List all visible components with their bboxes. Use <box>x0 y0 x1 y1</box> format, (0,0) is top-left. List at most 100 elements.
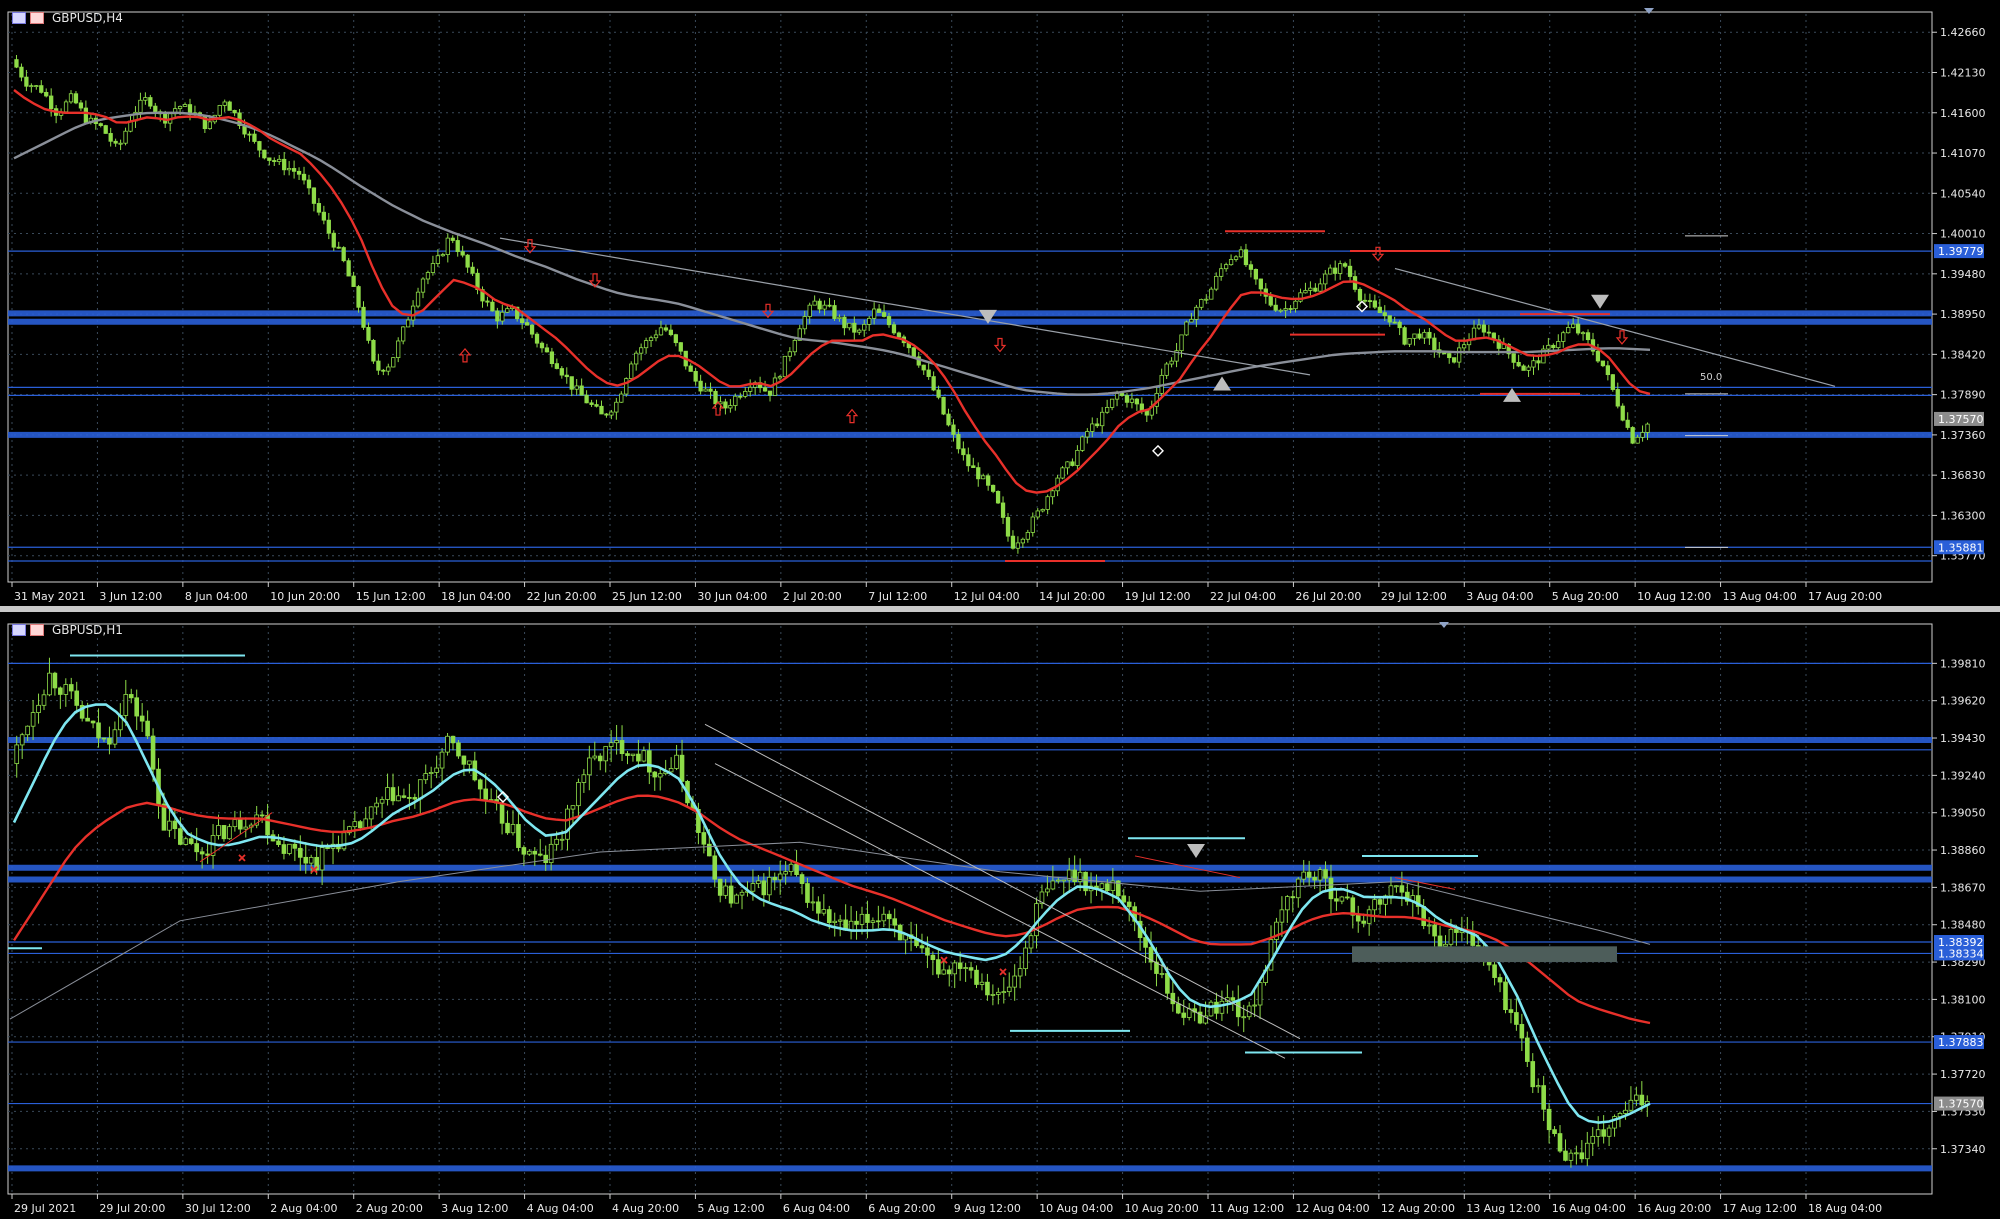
candle-body <box>1194 306 1199 320</box>
plot-frame <box>7 623 1933 1195</box>
candle-body <box>455 240 460 253</box>
candle-body <box>267 157 272 161</box>
candle-body <box>1412 333 1417 339</box>
x-tick-label: 30 Jul 12:00 <box>185 1202 251 1215</box>
candle-body <box>713 390 718 405</box>
y-tick-label: 1.37360 <box>1940 429 1986 442</box>
candle-body <box>386 366 391 372</box>
candle-body <box>423 773 429 781</box>
x-tick-label: 29 Jul 2021 <box>14 1202 76 1215</box>
candle-body <box>287 843 292 854</box>
chart-h4[interactable]: 1.42660 1.42130 1.41600 1.41070 1.40540 1.400… <box>0 0 2000 606</box>
x-tick-label: 12 Aug 20:00 <box>1381 1202 1455 1215</box>
candle-body <box>688 365 693 372</box>
candle-body <box>919 945 925 949</box>
chart-h1[interactable]: 1.39810 1.39620 1.39430 1.39240 1.39050 1.388… <box>0 612 2000 1219</box>
candle-body <box>1025 532 1030 540</box>
candle-body <box>232 109 237 114</box>
x-tick-label: 2 Jul 20:00 <box>783 590 842 603</box>
candle-body <box>316 203 322 213</box>
candle-body <box>723 401 728 409</box>
candle-body <box>728 885 734 904</box>
candle-body <box>787 351 792 357</box>
candle-body <box>83 107 89 123</box>
candle-body <box>1511 353 1516 363</box>
candle-body <box>629 363 634 379</box>
candle-body <box>381 369 386 372</box>
candle-body <box>1367 300 1373 302</box>
candle-body <box>1454 928 1459 933</box>
candle-body <box>1114 393 1120 400</box>
candle-body <box>701 832 707 845</box>
x-tick-label: 22 Jun 20:00 <box>527 590 597 603</box>
candle-body <box>243 826 249 830</box>
candle-body <box>587 757 592 776</box>
candle-body <box>1447 353 1452 359</box>
candle-body <box>1630 427 1635 444</box>
candle-body <box>1230 997 1236 1001</box>
candle-body <box>1179 334 1184 352</box>
candle-body <box>1204 298 1209 301</box>
candle-body <box>559 368 564 376</box>
candle-body <box>19 734 25 746</box>
chart-pane-h1[interactable]: 1.39810 1.39620 1.39430 1.39240 1.39050 1.388… <box>0 612 2000 1219</box>
candle-body <box>812 300 817 306</box>
candle-body <box>648 337 654 341</box>
candle-body <box>1519 1024 1525 1039</box>
candle-body <box>325 847 330 849</box>
candle-body <box>1605 365 1610 376</box>
candle-body <box>1516 361 1521 367</box>
candle-body <box>1056 879 1061 882</box>
candle-body <box>636 753 641 762</box>
candle-body <box>1306 871 1312 878</box>
chart-pane-h4[interactable]: 1.42660 1.42130 1.41600 1.41070 1.40540 1.400… <box>0 0 2000 608</box>
candle-body <box>739 891 745 896</box>
candle-body <box>1000 502 1006 518</box>
x-tick-label: 6 Aug 20:00 <box>868 1202 935 1215</box>
chart-title-text: GBPUSD,H4 <box>52 11 123 25</box>
candle-body <box>407 797 412 799</box>
candle-body <box>743 391 748 397</box>
candle-body <box>974 969 979 985</box>
candle-body <box>145 720 150 737</box>
candle-body <box>450 735 456 744</box>
candle-body <box>647 750 652 773</box>
candle-body <box>679 754 685 782</box>
candle-body <box>728 405 733 409</box>
candle-body <box>303 856 309 864</box>
candle-body <box>24 76 29 87</box>
candle-body <box>63 101 69 113</box>
candle-body <box>98 123 103 126</box>
candle-body <box>516 824 521 848</box>
y-tick-label: 1.39480 <box>1940 268 1986 281</box>
x-tick-label: 31 May 2021 <box>14 590 86 603</box>
candle-body <box>346 260 351 277</box>
candle-body <box>891 324 897 334</box>
y-tick-label: 1.39620 <box>1940 695 1986 708</box>
candle-body <box>854 920 859 925</box>
candle-body <box>73 93 79 104</box>
candle-body <box>782 355 788 378</box>
candle-body <box>717 878 723 896</box>
x-tick-label: 12 Aug 04:00 <box>1295 1202 1369 1215</box>
candle-body <box>673 334 678 344</box>
candle-body <box>470 266 475 274</box>
candle-body <box>401 795 407 798</box>
candle-body <box>543 854 549 864</box>
x-tick-label: 10 Aug 12:00 <box>1637 590 1711 603</box>
candle-body <box>1595 1129 1601 1137</box>
candle-body <box>663 327 669 331</box>
y-tick-label: 1.36830 <box>1940 469 1986 482</box>
x-tick-label: 5 Aug 20:00 <box>1552 590 1619 603</box>
candle-body <box>678 342 683 352</box>
candle-body <box>802 316 807 330</box>
x-tick-label: 12 Jul 04:00 <box>954 590 1020 603</box>
candle-body <box>597 755 603 762</box>
candle-body <box>1288 308 1293 310</box>
candle-body <box>477 779 483 790</box>
candle-body <box>1541 1085 1546 1110</box>
candle-body <box>792 340 797 353</box>
candle-body <box>1634 1094 1639 1101</box>
candle-body <box>1238 249 1244 258</box>
candle-body <box>1639 1094 1645 1106</box>
